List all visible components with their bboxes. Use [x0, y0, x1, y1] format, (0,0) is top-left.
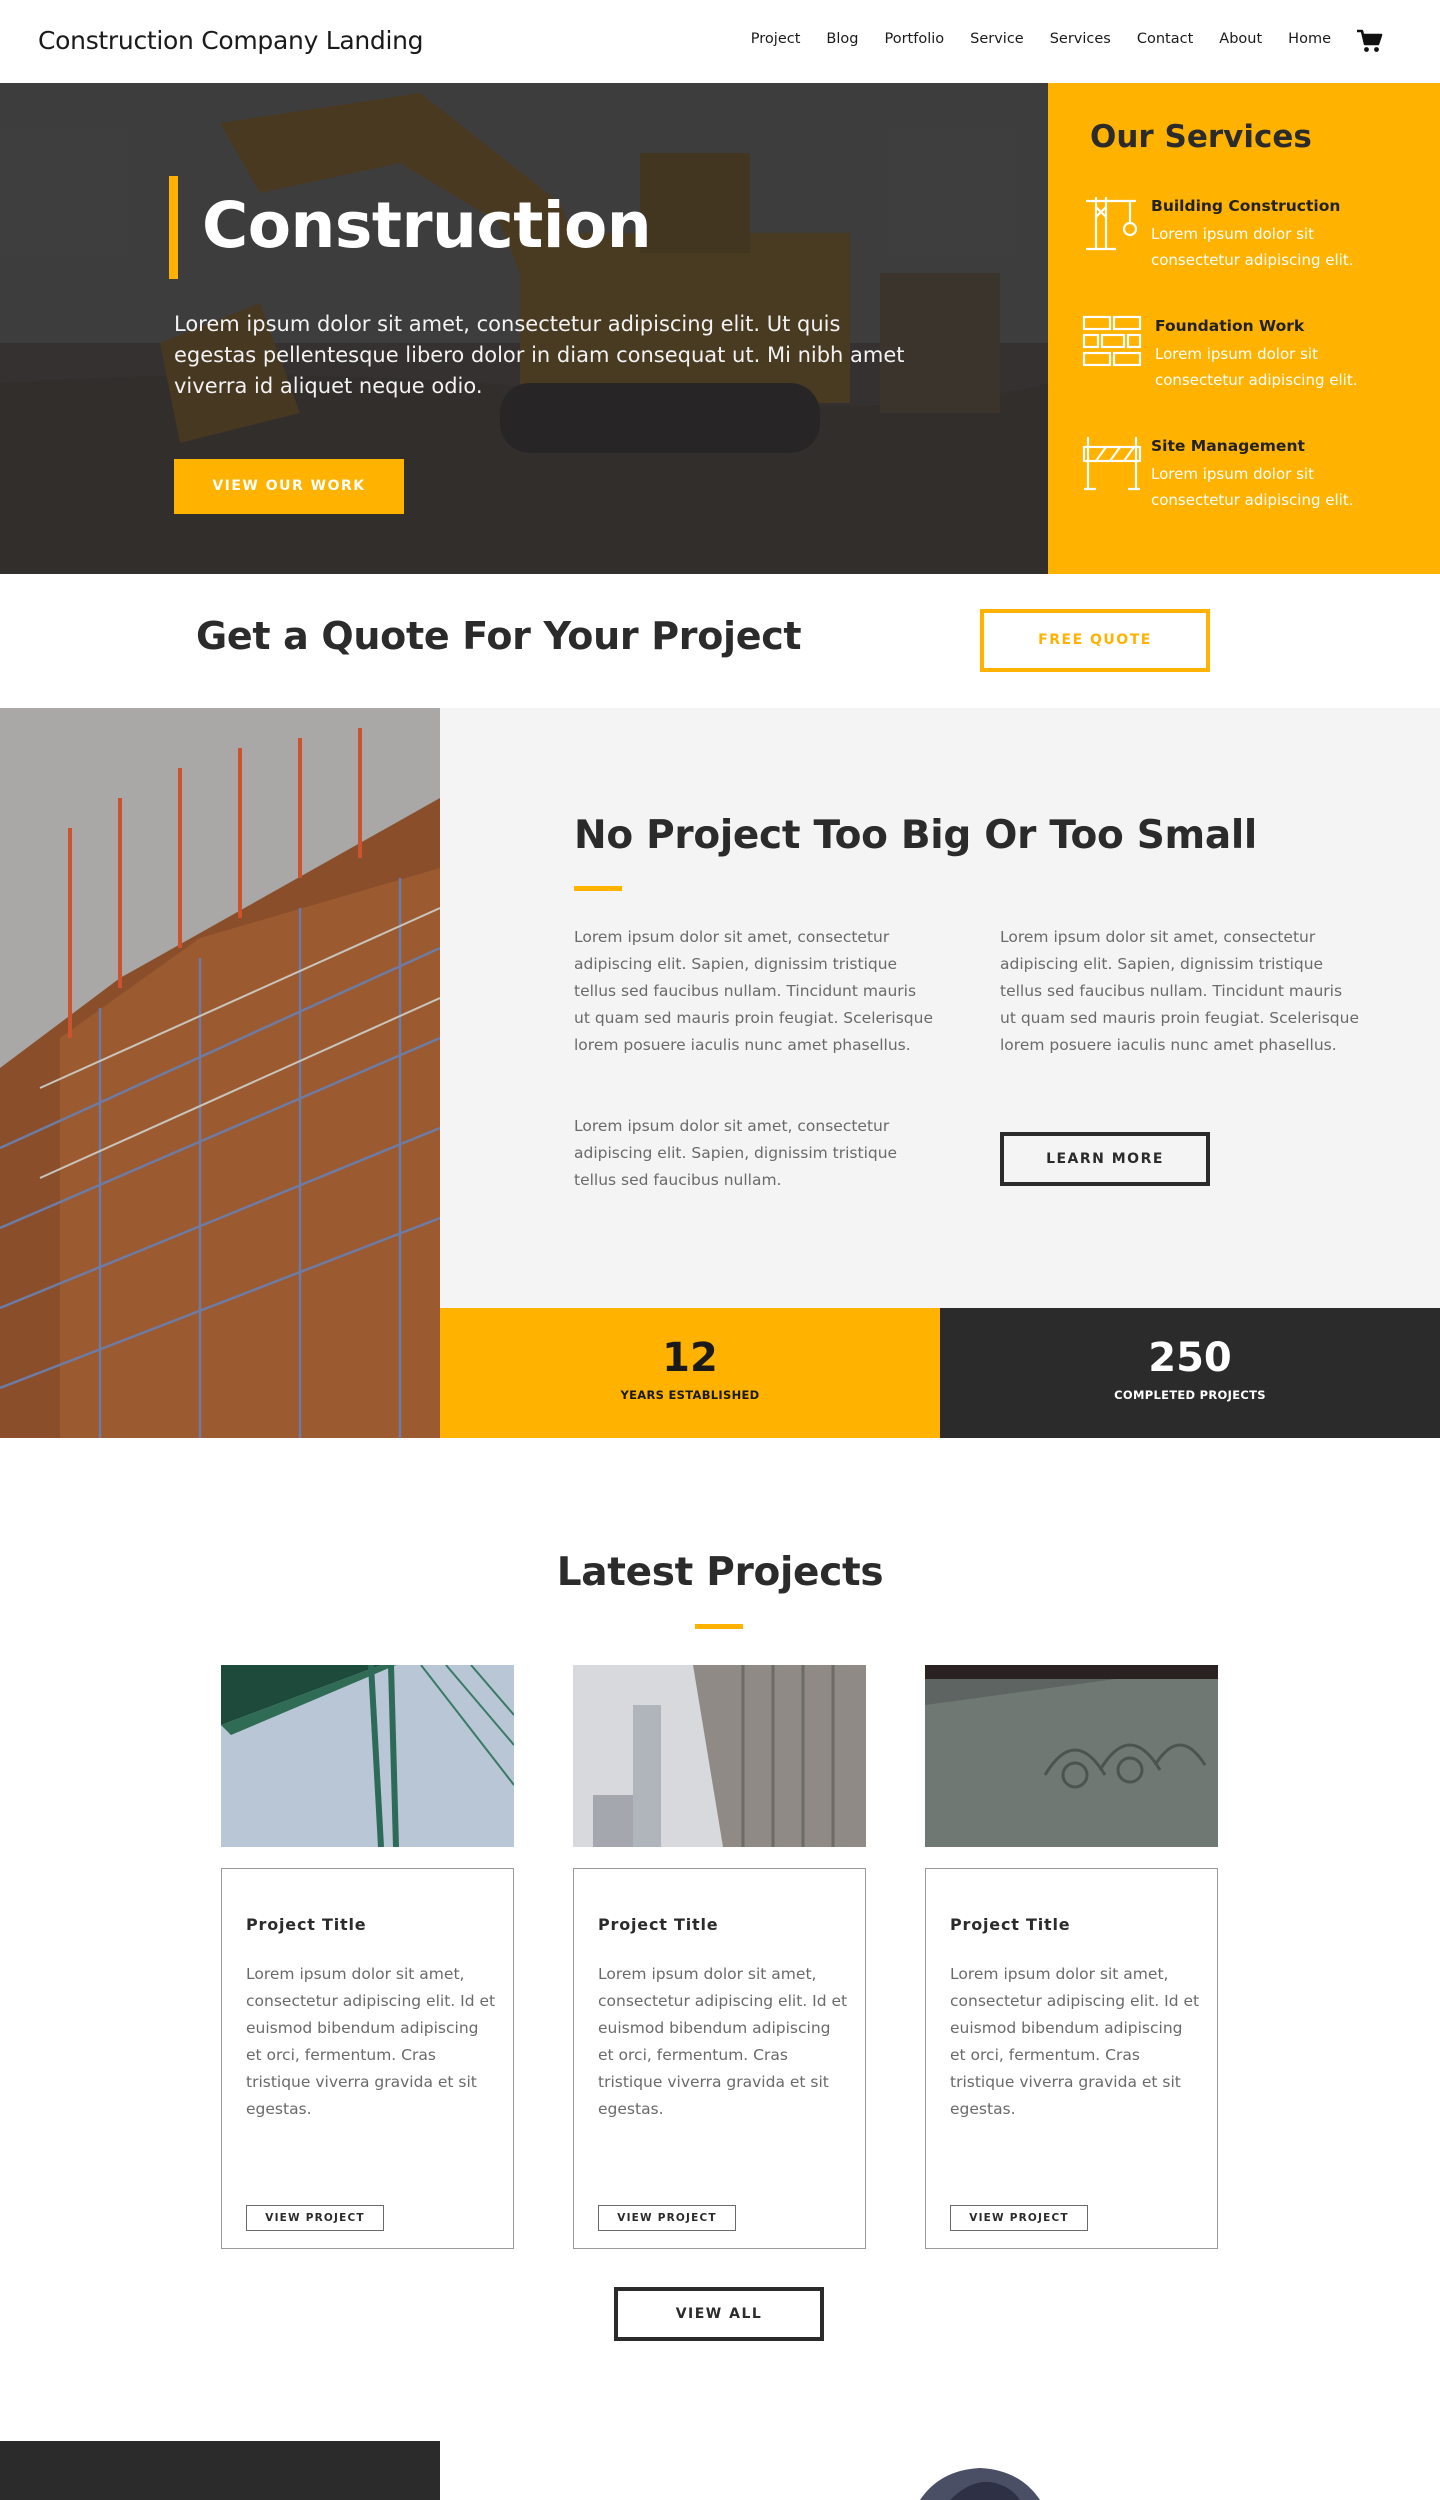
project-description: Lorem ipsum dolor sit amet, consectetur …	[598, 1965, 848, 2118]
about-paragraph-3: Lorem ipsum dolor sit amet, consectetur …	[1000, 928, 1359, 1054]
services-heading: Our Services	[1090, 119, 1312, 155]
service-title: Foundation Work	[1155, 317, 1305, 335]
nav-item-services[interactable]: Services	[1050, 31, 1111, 47]
about-section: No Project Too Big Or Too Small Lorem ip…	[0, 708, 1440, 1438]
stat-completed-projects: 250 COMPLETED PROJECTS	[940, 1308, 1440, 1438]
project-description: Lorem ipsum dolor sit amet, consectetur …	[950, 1965, 1200, 2118]
stat-label: YEARS ESTABLISHED	[620, 1388, 760, 1402]
free-quote-button[interactable]: FREE QUOTE	[980, 609, 1210, 672]
nav-item-project[interactable]: Project	[751, 31, 801, 47]
hero-accent-bar	[169, 176, 178, 279]
view-project-button[interactable]: VIEW PROJECT	[246, 2205, 384, 2231]
view-project-button[interactable]: VIEW PROJECT	[950, 2205, 1088, 2231]
next-section-dark-panel	[0, 2441, 440, 2500]
stat-number: 250	[1148, 1335, 1232, 1381]
project-title: Project Title	[246, 1915, 367, 1934]
about-heading: No Project Too Big Or Too Small	[574, 813, 1257, 858]
scaffolding-building-image	[0, 708, 440, 1438]
nav-item-portfolio[interactable]: Portfolio	[884, 31, 944, 47]
nav-item-service[interactable]: Service	[970, 31, 1024, 47]
stat-number: 12	[662, 1335, 718, 1381]
main-nav: Project Blog Portfolio Service Services …	[751, 31, 1331, 47]
bricks-icon	[1082, 315, 1142, 367]
barrier-icon	[1082, 437, 1142, 491]
cart-icon[interactable]	[1355, 27, 1383, 55]
services-panel: Our Services Building Construction Lorem…	[1048, 83, 1440, 574]
about-paragraph-2: Lorem ipsum dolor sit amet, consectetur …	[574, 1117, 898, 1189]
learn-more-button[interactable]: LEARN MORE	[1000, 1132, 1210, 1186]
project-title: Project Title	[950, 1915, 1071, 1934]
next-section-image	[920, 2468, 1040, 2500]
bridge-project-image[interactable]	[221, 1665, 514, 1847]
service-desc: Lorem ipsum dolor sit consectetur adipis…	[1151, 465, 1354, 509]
about-paragraph-1: Lorem ipsum dolor sit amet, consectetur …	[574, 928, 933, 1054]
crane-icon	[1086, 197, 1138, 251]
stat-label: COMPLETED PROJECTS	[1114, 1388, 1266, 1402]
quote-heading: Get a Quote For Your Project	[196, 614, 802, 658]
nav-item-home[interactable]: Home	[1288, 31, 1331, 47]
latest-projects-heading: Latest Projects	[556, 1550, 884, 1595]
view-all-button[interactable]: VIEW ALL	[614, 2287, 824, 2341]
project-description: Lorem ipsum dolor sit amet, consectetur …	[246, 1965, 496, 2118]
site-header: Construction Company Landing Project Blo…	[0, 0, 1440, 83]
nav-item-blog[interactable]: Blog	[826, 31, 858, 47]
nav-item-about[interactable]: About	[1219, 31, 1262, 47]
heading-underline	[695, 1624, 743, 1629]
hero-description: Lorem ipsum dolor sit amet, consectetur …	[174, 312, 905, 398]
view-project-button[interactable]: VIEW PROJECT	[598, 2205, 736, 2231]
skyscraper-project-image[interactable]	[573, 1665, 866, 1847]
nav-item-contact[interactable]: Contact	[1137, 31, 1193, 47]
view-our-work-button[interactable]: VIEW OUR WORK	[174, 459, 404, 514]
project-card: Project Title Lorem ipsum dolor sit amet…	[573, 1868, 866, 2249]
hero-title: Construction	[202, 189, 652, 262]
service-title: Site Management	[1151, 437, 1305, 455]
blueprint-project-image[interactable]	[925, 1665, 1218, 1847]
service-desc: Lorem ipsum dolor sit consectetur adipis…	[1155, 345, 1358, 389]
project-card: Project Title Lorem ipsum dolor sit amet…	[221, 1868, 514, 2249]
stat-years-established: 12 YEARS ESTABLISHED	[440, 1308, 940, 1438]
project-title: Project Title	[598, 1915, 719, 1934]
heading-underline	[574, 886, 622, 891]
service-title: Building Construction	[1151, 197, 1341, 215]
hero-section: Construction Lorem ipsum dolor sit amet,…	[0, 83, 1048, 574]
quote-section: Get a Quote For Your Project FREE QUOTE	[0, 574, 1440, 708]
brand-logo-text[interactable]: Construction Company Landing	[38, 26, 424, 55]
service-desc: Lorem ipsum dolor sit consectetur adipis…	[1151, 225, 1354, 269]
project-card: Project Title Lorem ipsum dolor sit amet…	[925, 1868, 1218, 2249]
